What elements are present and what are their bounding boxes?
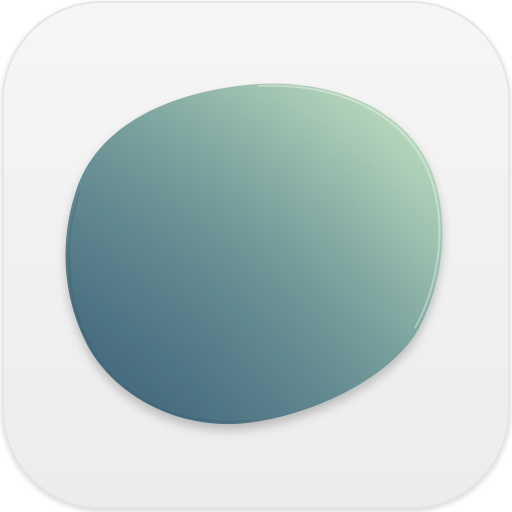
icon-canvas bbox=[0, 0, 512, 512]
pebble-app-icon[interactable] bbox=[0, 0, 512, 512]
